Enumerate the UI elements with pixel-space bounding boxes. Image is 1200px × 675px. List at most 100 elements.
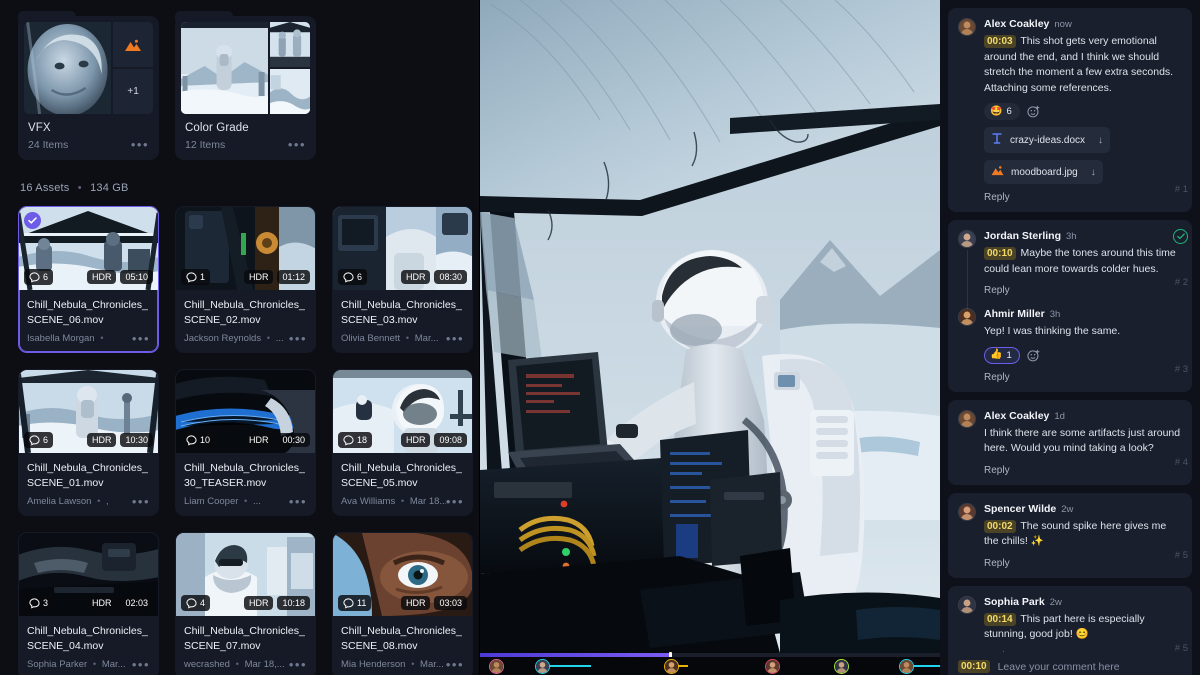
asset-thumbnail[interactable]: 6 HDR 10:30 (19, 370, 158, 453)
marker-avatar[interactable] (898, 658, 914, 674)
timeline-marker[interactable] (834, 657, 850, 675)
asset-card[interactable]: 10 HDR 00:30 Chill_Nebula_Chronicles_30_… (175, 369, 316, 516)
comment-attachment[interactable]: moodboard.jpg ↓ (984, 160, 1103, 184)
asset-thumbnail[interactable]: 1 HDR 01:12 (176, 207, 315, 290)
comment-author-avatar[interactable] (958, 308, 976, 326)
asset-thumbnail[interactable]: 4 HDR 10:18 (176, 533, 315, 616)
comment-thread[interactable]: Alex Coakley 1d I think there are some a… (948, 399, 1192, 485)
asset-thumbnail[interactable]: 6 HDR 05:10 (19, 207, 158, 290)
asset-meta-separator: • (100, 333, 104, 344)
asset-date: Mar 18... (409, 496, 446, 507)
asset-filename: Chill_Nebula_Chronicles_SCENE_02.mov (184, 299, 305, 326)
comment-timestamp-badge[interactable]: 00:10 (984, 247, 1016, 260)
asset-owner-line: wecrashed • Mar 18,... (184, 659, 285, 670)
composer-timestamp: 00:10 (958, 660, 990, 673)
timeline-marker[interactable] (664, 657, 688, 675)
marker-avatar[interactable] (664, 658, 679, 674)
assets-count: 16 Assets (20, 182, 70, 194)
asset-meta: Chill_Nebula_Chronicles_SCENE_03.mov Oli… (333, 290, 472, 352)
folder-card[interactable]: Color Grade 12 Items ••• (175, 11, 316, 160)
comment-reply-button[interactable]: Reply (984, 372, 1182, 383)
download-icon[interactable]: ↓ (1098, 135, 1103, 146)
asset-thumbnail[interactable]: 18 HDR 09:08 (333, 370, 472, 453)
comment-attachment[interactable]: crazy-ideas.docx ↓ (984, 127, 1111, 153)
folder-menu-button[interactable]: ••• (131, 138, 149, 151)
asset-thumbnail[interactable]: 11 HDR 03:03 (333, 533, 472, 616)
asset-meta-separator: • (411, 659, 415, 670)
comment-thread[interactable]: Alex Coakley now 00:03 This shot gets ve… (948, 8, 1192, 212)
marker-avatar[interactable] (535, 658, 551, 674)
comment-reply-button[interactable]: Reply (984, 558, 1182, 569)
timeline-marker[interactable] (535, 657, 592, 675)
asset-menu-button[interactable]: ••• (446, 495, 464, 508)
check-icon (28, 217, 37, 224)
asset-card[interactable]: 18 HDR 09:08 Chill_Nebula_Chronicles_SCE… (332, 369, 473, 516)
comment-timestamp-badge[interactable]: 00:02 (984, 519, 1016, 533)
comment-author-name: Jordan Sterling (984, 230, 1062, 242)
avatar-image (959, 231, 975, 247)
asset-card[interactable]: 6 HDR 08:30 Chill_Nebula_Chronicles_SCEN… (332, 206, 473, 353)
asset-menu-button[interactable]: ••• (446, 332, 464, 345)
marker-avatar[interactable] (834, 658, 850, 674)
reaction-chip[interactable]: 👍 1 (984, 346, 1020, 364)
comment-index: # 2 (1174, 277, 1188, 288)
comment-timestamp-badge[interactable]: 00:03 (984, 35, 1016, 48)
comment-author-avatar[interactable] (958, 502, 976, 521)
comment-author-avatar[interactable] (958, 18, 976, 36)
comment-reply-button[interactable]: Reply (984, 192, 1182, 203)
asset-menu-button[interactable]: ••• (289, 495, 307, 508)
comment-thread[interactable]: Spencer Wilde 2w 00:02 The sound spike h… (948, 492, 1192, 578)
reaction-emoji: 👍 (990, 349, 1003, 360)
asset-menu-button[interactable]: ••• (132, 495, 150, 508)
folder-menu-button[interactable]: ••• (288, 138, 306, 151)
timeline-marker[interactable] (898, 657, 940, 675)
asset-selected-checkmark[interactable] (24, 212, 41, 229)
comment-reply-button[interactable]: Reply (984, 465, 1182, 476)
folder-card[interactable]: +1 VFX 24 Items ••• (18, 11, 159, 160)
add-reaction-button[interactable] (1027, 105, 1040, 118)
timeline-marker[interactable] (489, 657, 505, 675)
comment-timeago: 2w (1049, 596, 1062, 608)
folder-overflow-count: +1 (127, 86, 139, 97)
timeline-marker[interactable] (765, 657, 781, 675)
comment-timestamp-badge[interactable]: 00:14 (984, 612, 1016, 626)
comment-author-avatar[interactable] (958, 595, 976, 614)
asset-thumbnail[interactable]: 10 HDR 00:30 (176, 370, 315, 453)
asset-owner: Mia Henderson (341, 659, 406, 670)
comment-composer[interactable]: 00:10 Leave your comment here (948, 652, 1192, 675)
asset-card[interactable]: 6 HDR 05:10 Chill_Nebula_Chronicles_SCEN… (18, 206, 159, 353)
comments-list[interactable]: Alex Coakley now 00:03 This shot gets ve… (940, 0, 1200, 671)
asset-menu-button[interactable]: ••• (289, 332, 307, 345)
marker-avatar[interactable] (489, 658, 505, 674)
asset-menu-button[interactable]: ••• (132, 658, 150, 671)
asset-menu-button[interactable]: ••• (289, 658, 307, 671)
avatar-image (490, 659, 504, 673)
reaction-chip[interactable]: 🤩 6 (984, 103, 1020, 120)
asset-meta: Chill_Nebula_Chronicles_SCENE_07.mov wec… (176, 616, 315, 675)
asset-thumbnail[interactable]: 3 HDR 02:03 (19, 533, 158, 616)
asset-comment-count-badge: 10 (181, 432, 216, 448)
comment-input-placeholder[interactable]: Leave your comment here (998, 661, 1120, 673)
avatar-image (959, 503, 975, 520)
marker-avatar[interactable] (765, 658, 781, 674)
asset-meta-separator: • (92, 659, 97, 670)
asset-card[interactable]: 11 HDR 03:03 Chill_Nebula_Chronicles_SCE… (332, 532, 473, 675)
add-reaction-button[interactable] (1027, 349, 1040, 362)
asset-menu-button[interactable]: ••• (132, 332, 150, 345)
comment-reply-button[interactable]: Reply (984, 285, 1182, 296)
asset-card[interactable]: 6 HDR 10:30 Chill_Nebula_Chronicles_SCEN… (18, 369, 159, 516)
asset-card[interactable]: 1 HDR 01:12 Chill_Nebula_Chronicles_SCEN… (175, 206, 316, 353)
comment-author-avatar[interactable] (958, 409, 976, 428)
asset-owner: Olivia Bennett (341, 333, 401, 344)
asset-card[interactable]: 4 HDR 10:18 Chill_Nebula_Chronicles_SCEN… (175, 532, 316, 675)
download-icon[interactable]: ↓ (1091, 167, 1096, 178)
asset-filename: Chill_Nebula_Chronicles_SCENE_06.mov (27, 299, 148, 326)
asset-meta: Chill_Nebula_Chronicles_SCENE_02.mov Jac… (176, 290, 315, 352)
asset-card[interactable]: 3 HDR 02:03 Chill_Nebula_Chronicles_SCEN… (18, 532, 159, 675)
asset-thumbnail[interactable]: 6 HDR 08:30 (333, 207, 472, 290)
comment-author-avatar[interactable] (958, 230, 976, 248)
comment-thread[interactable]: Jordan Sterling 3h 00:10 Maybe the tones… (948, 220, 1192, 392)
asset-menu-button[interactable]: ••• (446, 658, 464, 671)
asset-meta: Chill_Nebula_Chronicles_SCENE_05.mov Ava… (333, 453, 472, 515)
video-surface[interactable] (480, 0, 940, 653)
